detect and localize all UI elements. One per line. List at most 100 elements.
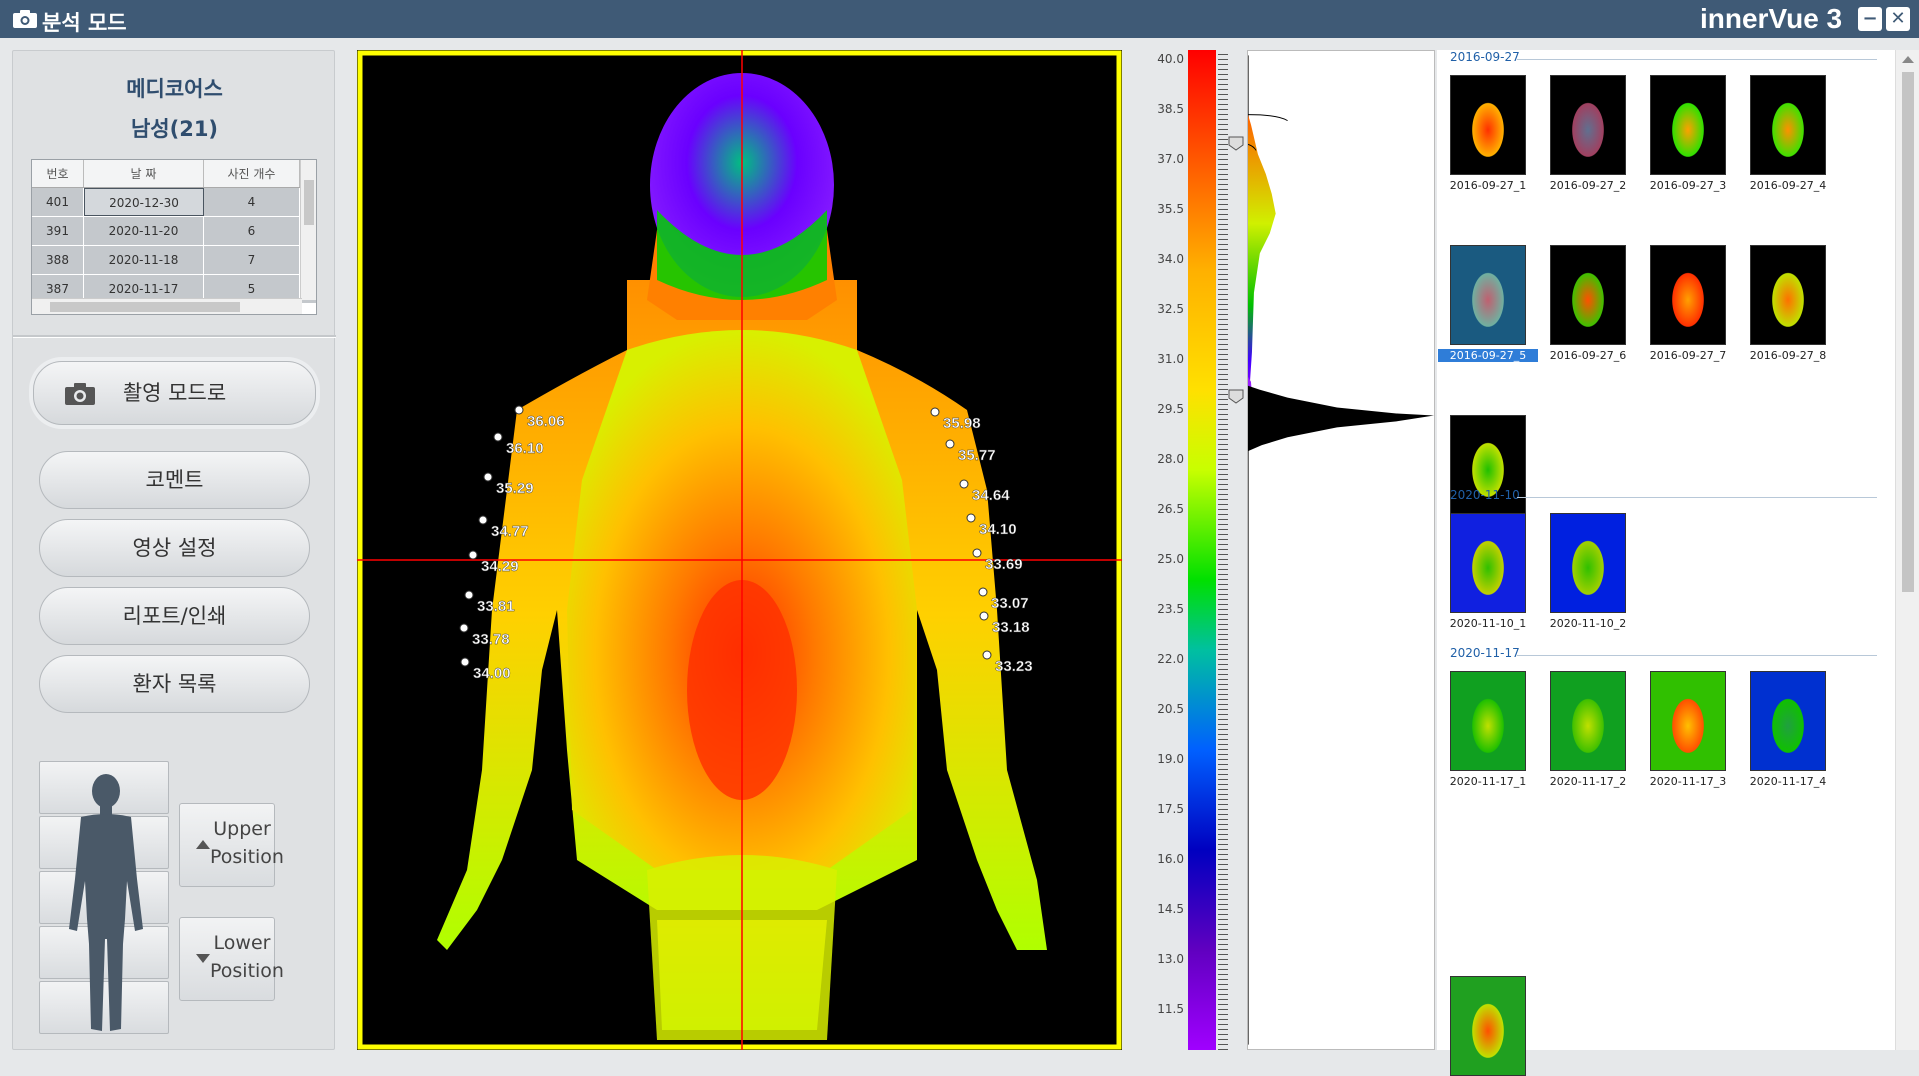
scroll-thumb[interactable] [50,302,240,312]
measurement-point[interactable] [460,657,470,667]
gallery-thumbnail-caption[interactable]: 2016-09-27_4 [1738,179,1838,192]
scroll-thumb[interactable] [304,180,314,225]
gallery-thumbnail[interactable] [1750,671,1826,771]
scale-label: 26.5 [1157,502,1184,516]
gallery-vertical-scrollbar[interactable] [1895,50,1919,1050]
gallery-thumbnail[interactable] [1750,75,1826,175]
gallery-thumbnail-caption[interactable]: 2016-09-27_2 [1538,179,1638,192]
image-settings-button[interactable]: 영상 설정 [39,519,310,577]
measurement-point[interactable] [478,515,488,525]
table-vertical-scrollbar[interactable] [300,160,316,300]
upper-position-button[interactable]: Upper Position [179,803,284,887]
body-region-abdomen[interactable] [39,871,169,924]
lower-position-label: Position [210,960,284,982]
table-cell: 388 [32,246,84,274]
divider [1517,59,1877,60]
title-bar: 분석 모드 innerVue 3 − ✕ [0,0,1919,38]
scale-label: 23.5 [1157,602,1184,616]
measurement-point[interactable] [468,550,478,560]
gallery-thumbnail-caption[interactable]: 2020-11-10_2 [1538,617,1638,630]
gallery-thumbnail-caption[interactable]: 2020-11-10_1 [1438,617,1538,630]
temperature-histogram[interactable] [1247,50,1435,1050]
body-region-selector [39,761,169,1036]
gallery-thumbnail-caption[interactable]: 2016-09-27_6 [1538,349,1638,362]
lower-position-button[interactable]: Lower Position [179,917,284,1001]
measurement-label: 33.23 [995,658,1033,675]
gallery-thumbnail[interactable] [1550,513,1626,613]
thermal-image-view[interactable]: 36.06 36.10 35.29 34.77 34.29 33.81 33.78 34.00… [357,50,1122,1050]
measurement-point[interactable] [982,650,992,660]
gallery-thumbnail[interactable] [1450,75,1526,175]
body-region-chest[interactable] [39,816,169,869]
triangle-down-icon [196,954,210,963]
gallery-thumbnail-caption[interactable]: 2020-11-17_2 [1538,775,1638,788]
measurement-point[interactable] [514,405,524,415]
scroll-thumb[interactable] [1902,72,1914,592]
gallery-thumbnail[interactable] [1650,671,1726,771]
gallery-thumbnail[interactable] [1550,245,1626,345]
gallery-thumbnail[interactable] [1650,75,1726,175]
table-row[interactable]: 388 2020-11-18 7 [32,246,316,275]
gallery-thumbnail-caption[interactable]: 2016-09-27_3 [1638,179,1738,192]
body-region-head[interactable] [39,761,169,814]
minimize-button[interactable]: − [1858,7,1882,31]
histogram-upper-distribution [1248,114,1276,387]
scale-label: 11.5 [1157,1002,1184,1016]
close-button[interactable]: ✕ [1886,7,1910,31]
histogram-background-peak [1248,385,1434,452]
gallery-thumbnail-caption[interactable]: 2020-11-17_4 [1738,775,1838,788]
gallery-thumbnail-caption[interactable]: 2020-11-17_1 [1438,775,1538,788]
table-cell: 2020-11-20 [84,217,204,245]
scale-label: 31.0 [1157,352,1184,366]
gallery-thumbnail[interactable] [1450,513,1526,613]
gallery-thumbnail[interactable] [1650,245,1726,345]
measurement-point[interactable] [930,407,940,417]
measurement-label: 34.64 [972,487,1010,504]
gallery-thumbnail[interactable] [1550,75,1626,175]
gallery-thumbnail[interactable] [1450,245,1526,345]
measurement-point[interactable] [979,611,989,621]
column-header[interactable]: 날 짜 [84,160,204,187]
gallery-thumbnail[interactable] [1750,245,1826,345]
measurement-point[interactable] [972,548,982,558]
patient-list-button[interactable]: 환자 목록 [39,655,310,713]
measurement-point[interactable] [464,590,474,600]
gallery-thumbnail[interactable] [1550,671,1626,771]
gallery-thumbnail-caption[interactable]: 2016-09-27_7 [1638,349,1738,362]
measurement-point[interactable] [459,623,469,633]
window-title: 분석 모드 [42,11,127,35]
image-gallery: 2016-09-27 2016-09-27_1 2016-09-27_2 2016-0… [1437,50,1919,1076]
color-scale-bar[interactable] [1188,50,1216,1050]
table-row[interactable]: 401 2020-12-30 4 [32,188,316,217]
gallery-thumbnail-caption[interactable]: 2016-09-27_8 [1738,349,1838,362]
gallery-thumbnail-caption[interactable]: 2020-11-17_3 [1638,775,1738,788]
gallery-thumbnail-caption[interactable]: 2016-09-27_5 [1438,349,1538,362]
gallery-group-date: 2016-09-27 [1450,50,1520,64]
measurement-point[interactable] [978,587,988,597]
column-header[interactable]: 사진 개수 [204,160,300,187]
gallery-thumbnail[interactable] [1450,671,1526,771]
measurement-point[interactable] [966,513,976,523]
measurement-point[interactable] [483,472,493,482]
table-row[interactable]: 391 2020-11-20 6 [32,217,316,246]
upper-range-handle-icon[interactable] [1227,135,1247,151]
scroll-up-icon[interactable] [1902,56,1914,63]
measurement-point[interactable] [945,439,955,449]
gallery-thumbnail[interactable] [1450,976,1526,1076]
gallery-thumbnail-caption[interactable]: 2016-09-27_1 [1438,179,1538,192]
lower-range-handle-icon[interactable] [1227,388,1247,404]
measurement-point[interactable] [959,479,969,489]
comment-button[interactable]: 코멘트 [39,451,310,509]
body-region-thigh[interactable] [39,926,169,979]
scale-label: 22.0 [1157,652,1184,666]
capture-mode-button[interactable]: 촬영 모드로 [33,361,316,425]
measurement-point[interactable] [493,432,503,442]
capture-mode-label: 촬영 모드로 [122,381,227,405]
body-region-leg[interactable] [39,981,169,1034]
patient-name: 메디코어스 [126,77,223,101]
temperature-scale: 40.0 38.5 37.0 35.5 34.0 32.5 31.0 29.5 28.0 26.5… [1140,50,1244,1050]
column-header[interactable]: 번호 [32,160,84,187]
table-horizontal-scrollbar[interactable] [32,298,302,314]
report-print-button[interactable]: 리포트/인쇄 [39,587,310,645]
measurement-label: 34.10 [979,521,1017,538]
